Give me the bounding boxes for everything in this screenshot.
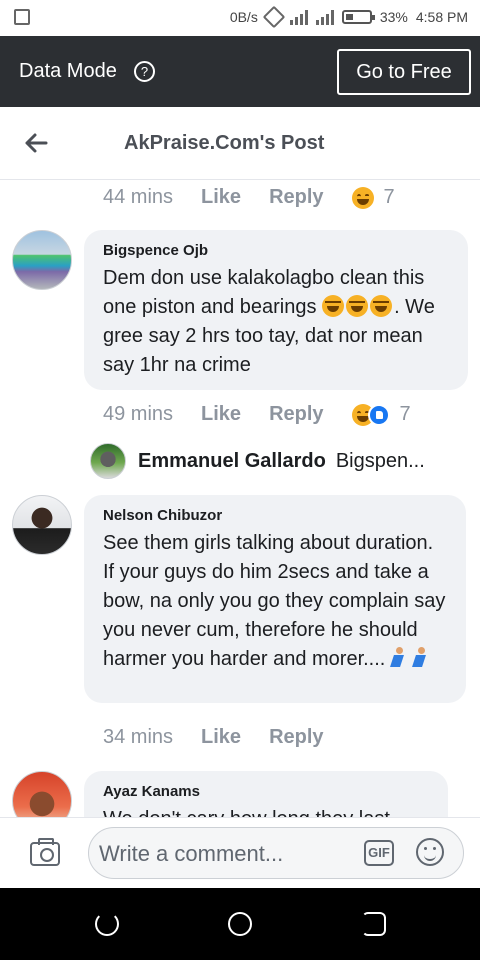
post-header: AkPraise.Com's Post	[0, 107, 480, 180]
rofl-emoji-icon	[370, 295, 393, 317]
reply-button[interactable]: Reply	[269, 186, 323, 209]
back-arrow-icon[interactable]	[22, 129, 50, 157]
runner-emoji-icon	[411, 647, 429, 669]
avatar[interactable]	[12, 771, 72, 817]
comments-feed[interactable]: 44 mins Like Reply 7 Bigspence Ojb Dem d…	[0, 181, 480, 817]
reply-avatar	[90, 443, 126, 479]
signal-icon-2	[315, 9, 334, 25]
gif-icon[interactable]: GIF	[364, 840, 394, 866]
reaction-count: 7	[383, 186, 395, 208]
status-indicators: 0B/s 33% 4:58 PM	[229, 5, 468, 29]
help-icon[interactable]: ?	[134, 61, 155, 82]
comment-meta: 34 mins Like Reply	[103, 726, 352, 749]
haha-icon	[351, 186, 374, 209]
comment-input[interactable]: Write a comment... GIF	[88, 827, 464, 879]
rofl-emoji-icon	[346, 295, 369, 317]
rofl-emoji-icon	[322, 295, 345, 317]
comment-text: Dem don use kalakolagbo clean this one p…	[103, 264, 450, 380]
reply-author[interactable]: Emmanuel Gallardo	[138, 450, 326, 473]
avatar[interactable]	[12, 495, 72, 555]
like-reaction-icon	[367, 403, 390, 426]
reactions[interactable]	[351, 403, 390, 426]
battery-fill	[345, 14, 353, 20]
avatar[interactable]	[12, 230, 72, 290]
comment-bubble[interactable]: Bigspence Ojb Dem don use kalakolagbo cl…	[84, 230, 468, 390]
reply-snippet: Bigspen...	[335, 449, 425, 472]
battery-icon	[341, 10, 375, 24]
reaction-count: 7	[399, 403, 411, 425]
like-button[interactable]: Like	[201, 403, 241, 426]
comment-time: 44 mins	[103, 186, 174, 208]
like-button[interactable]: Like	[201, 186, 241, 209]
home-icon[interactable]	[228, 912, 252, 936]
comment-text: See them girls talking about duration. I…	[103, 529, 448, 674]
emoji-icon[interactable]	[416, 838, 444, 866]
comment-author[interactable]: Bigspence Ojb	[103, 242, 450, 259]
reactions[interactable]	[351, 186, 374, 209]
comment-text: We don't cary how long they last	[103, 805, 430, 817]
rotate-icon	[262, 5, 286, 29]
status-bar: 0B/s 33% 4:58 PM	[0, 0, 480, 36]
comment-bubble[interactable]: Ayaz Kanams We don't cary how long they …	[84, 771, 448, 817]
comment-meta: 49 mins Like Reply 7	[103, 403, 411, 426]
comment-time: 34 mins	[103, 726, 174, 748]
like-button[interactable]: Like	[201, 726, 241, 749]
comment-author[interactable]: Nelson Chibuzor	[103, 507, 448, 524]
camera-icon[interactable]	[30, 838, 60, 866]
reply-preview[interactable]: Emmanuel Gallardo Bigspen...	[90, 441, 425, 481]
comment-placeholder: Write a comment...	[99, 841, 284, 866]
comment-composer: Write a comment... GIF	[0, 817, 480, 888]
reply-button[interactable]: Reply	[269, 726, 323, 749]
signal-icon	[289, 9, 308, 25]
screenshot-icon	[14, 9, 30, 25]
recent-apps-icon[interactable]	[95, 912, 119, 936]
data-mode-bar: Data Mode ? Go to Free	[0, 36, 480, 107]
runner-emoji-icon	[389, 647, 407, 669]
comment-time: 49 mins	[103, 403, 174, 425]
system-nav-bar	[0, 888, 480, 960]
page-title: AkPraise.Com's Post	[124, 132, 325, 154]
data-mode-title: Data Mode	[19, 60, 117, 82]
go-to-free-button[interactable]: Go to Free	[337, 49, 471, 95]
comment-meta: 44 mins Like Reply 7	[103, 186, 395, 209]
clock: 4:58 PM	[415, 9, 468, 25]
comment-author[interactable]: Ayaz Kanams	[103, 783, 430, 800]
reply-button[interactable]: Reply	[269, 403, 323, 426]
system-back-icon[interactable]	[362, 912, 386, 936]
screen: 0B/s 33% 4:58 PM Data Mode ? Go to Free …	[0, 0, 480, 960]
battery-percent: 33%	[379, 9, 408, 25]
network-speed: 0B/s	[229, 9, 258, 25]
comment-bubble[interactable]: Nelson Chibuzor See them girls talking a…	[84, 495, 466, 703]
